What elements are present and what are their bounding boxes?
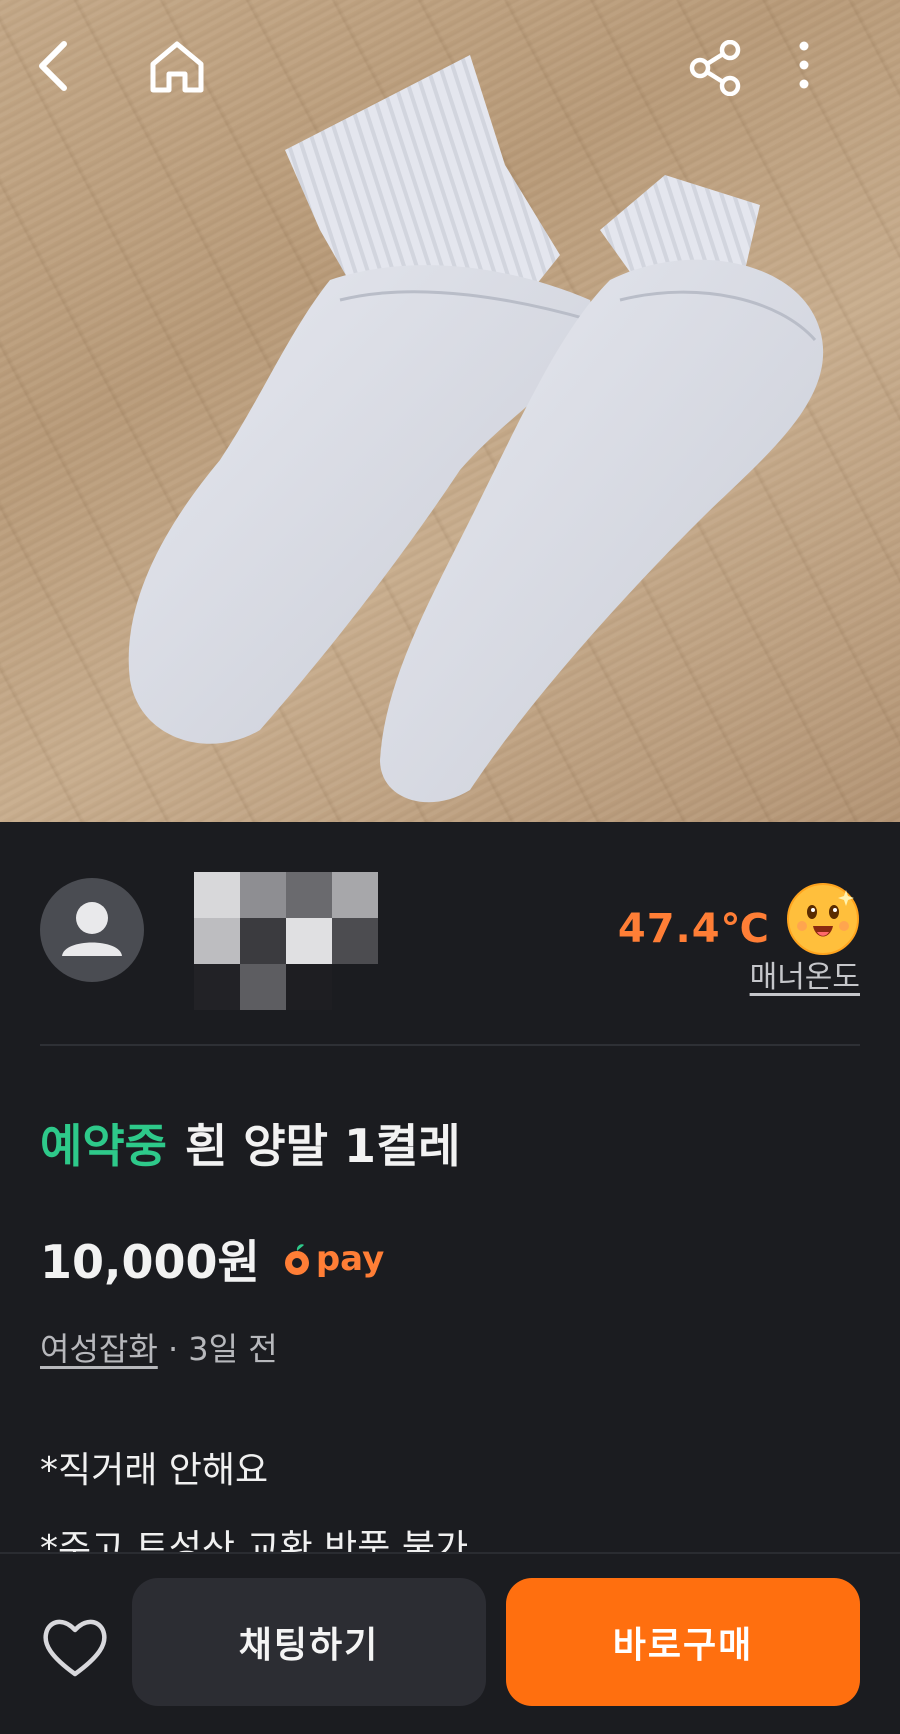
more-vertical-icon [799,41,809,89]
default-profile-icon [62,902,122,956]
status-badge: 예약중 [40,1119,167,1173]
heart-icon [43,1619,107,1677]
seller-info[interactable]: 47.4℃ 매너온도 [40,872,860,1010]
seller-avatar[interactable] [40,878,144,982]
meta-separator: · [167,1330,179,1368]
description-line: *직거래 안해요 [40,1450,269,1491]
buy-now-button[interactable]: 바로구매 [506,1578,860,1706]
product-photo[interactable] [0,0,900,822]
manner-temperature-label[interactable]: 매너온도 [750,952,860,996]
divider [40,1044,860,1046]
share-icon [689,40,741,96]
posted-time: 3일 전 [188,1330,278,1368]
seller-name-blurred [150,872,380,1012]
more-button[interactable] [798,40,862,104]
chat-button[interactable]: 채팅하기 [132,1578,486,1706]
category-link[interactable]: 여성잡화 [40,1330,158,1368]
back-button[interactable] [34,40,98,104]
home-icon [150,41,204,93]
product-title: 흰 양말 1켤레 [184,1119,461,1173]
bottom-action-bar: 채팅하기 바로구매 [0,1552,900,1734]
pay-label: pay [315,1239,385,1279]
carrot-pay-icon [284,1244,309,1275]
product-price: 10,000원 [40,1235,260,1289]
happy-face-icon [786,882,860,956]
white-socks-photo [128,55,824,803]
share-button[interactable] [688,40,752,104]
manner-temperature: 47.4℃ [617,906,770,952]
price-row: 10,000원 pay [40,1226,384,1292]
pay-badge: pay [282,1239,384,1279]
product-meta: 여성잡화 · 3일 전 [40,1324,278,1370]
product-title-row: 예약중 흰 양말 1켤레 [40,1110,461,1176]
back-arrow-icon [39,41,67,91]
home-button[interactable] [148,40,212,104]
like-button[interactable] [40,1614,110,1680]
